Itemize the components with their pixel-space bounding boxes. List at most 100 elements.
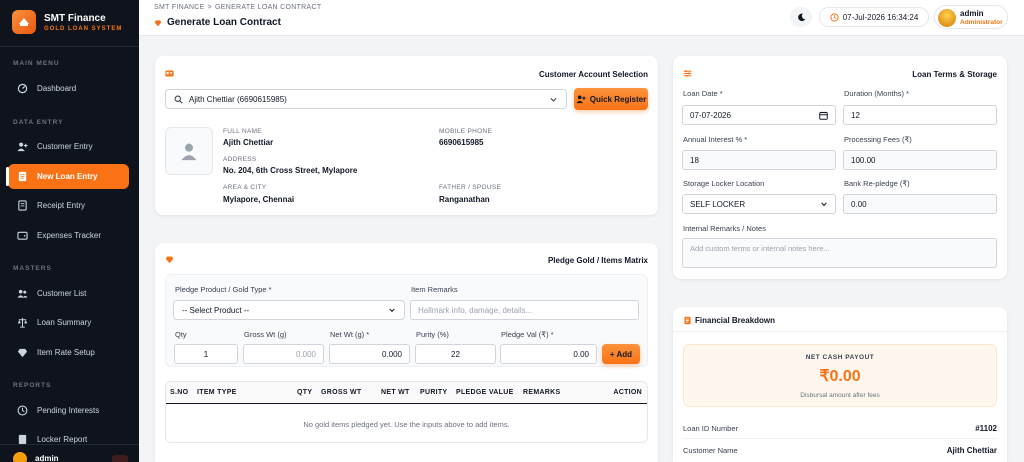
col-item-type: ITEM TYPE (197, 389, 237, 396)
loan-date-label: Loan Date * (683, 89, 723, 98)
datetime-text: 07-Jul-2026 16:34:24 (842, 12, 919, 22)
net-payout-value: ₹0.00 (819, 368, 861, 385)
loan-id-label: Loan ID Number (683, 424, 739, 433)
pledge-value-label: Pledge Val (₹) * (501, 330, 554, 339)
mobile-value: 6690615985 (439, 138, 484, 147)
pledge-card-heading: Pledge Gold / Items Matrix (547, 256, 648, 265)
add-item-button[interactable]: + Add (602, 344, 640, 364)
brand-subtitle: GOLD LOAN SYSTEM (44, 25, 123, 32)
col-purity: PURITY (420, 389, 448, 396)
full-name-value: Ajith Chettiar (223, 138, 274, 147)
gross-wt-input[interactable]: 0.000 (243, 344, 324, 364)
col-sno: S.NO (170, 389, 189, 396)
customer-select[interactable]: Ajith Chettiar (6690615985) (165, 89, 567, 109)
theme-toggle-button[interactable] (790, 7, 812, 27)
section-masters: MASTERS (13, 265, 52, 272)
avatar (13, 452, 27, 462)
net-payout-label: NET CASH PAYOUT (805, 354, 875, 361)
quick-register-button[interactable]: Quick Register (574, 88, 648, 110)
sidebar-item-label: Customer List (37, 289, 87, 298)
sidebar-item-label: Customer Entry (37, 142, 93, 151)
sidebar-item-customer-entry[interactable]: Customer Entry (8, 134, 129, 159)
receipt-icon (18, 200, 27, 211)
father-label: FATHER / SPOUSE (439, 184, 502, 191)
brand-divider (0, 46, 139, 47)
sidebar-item-label: Locker Report (37, 435, 88, 444)
net-payout-panel: NET CASH PAYOUT ₹0.00 Disbursal amount a… (683, 344, 997, 407)
breadcrumb-root[interactable]: SMT FINANCE (154, 4, 205, 11)
avatar (938, 9, 956, 27)
sidebar-item-label: New Loan Entry (37, 172, 98, 181)
brand[interactable]: SMT Finance GOLD LOAN SYSTEM (12, 10, 122, 34)
col-net-wt: NET WT (381, 389, 410, 396)
loan-terms-heading: Loan Terms & Storage (912, 70, 997, 79)
brand-title: SMT Finance (44, 12, 106, 24)
sidebar-item-item-rate-setup[interactable]: Item Rate Setup (8, 340, 129, 365)
pledge-items-table: S.NO ITEM TYPE QTY GROSS WT NET WT PURIT… (165, 381, 648, 443)
interest-value: 18 (690, 155, 699, 165)
mobile-label: MOBILE PHONE (439, 128, 493, 135)
repledge-input[interactable]: 0.00 (843, 194, 997, 214)
qty-input[interactable]: 1 (174, 344, 238, 364)
gem-icon (154, 19, 162, 26)
customer-photo (165, 127, 213, 175)
loan-date-input[interactable]: 07-07-2026 (682, 105, 836, 125)
loan-terms-card: Loan Terms & Storage Loan Date * 07-07-2… (673, 56, 1007, 279)
sidebar-item-expenses-tracker[interactable]: Expenses Tracker (8, 223, 129, 248)
sidebar-item-label: Pending Interests (37, 406, 100, 415)
father-value: Ranganathan (439, 195, 490, 204)
remarks-label: Item Remarks (411, 285, 458, 294)
logout-button[interactable] (112, 455, 128, 462)
net-wt-value: 0.000 (381, 349, 402, 359)
customer-name-value: Ajith Chettiar (946, 446, 997, 455)
remarks-input[interactable]: Hallmark info, damage, details... (410, 300, 639, 320)
sidebar-item-loan-summary[interactable]: Loan Summary (8, 310, 129, 335)
wallet-icon (17, 231, 28, 240)
duration-value: 12 (851, 110, 860, 120)
chevron-down-icon (389, 308, 395, 313)
id-card-icon (165, 70, 174, 77)
gross-wt-label: Gross Wt (g) (244, 330, 287, 339)
col-gross-wt: GROSS WT (321, 389, 362, 396)
interest-input[interactable]: 18 (682, 150, 836, 170)
pledge-value-input[interactable]: 0.00 (500, 344, 597, 364)
user-plus-icon (576, 95, 586, 104)
customer-card-heading: Customer Account Selection (538, 70, 648, 79)
pledge-value-value: 0.00 (573, 349, 589, 359)
sidebar-user-name: admin (35, 454, 59, 462)
locker-select[interactable]: SELF LOCKER (682, 194, 836, 214)
qty-value: 1 (203, 349, 209, 359)
sidebar-item-new-loan-entry[interactable]: New Loan Entry (6, 164, 129, 189)
sidebar-item-dashboard[interactable]: Dashboard (8, 76, 129, 101)
sidebar-user[interactable]: admin (0, 444, 139, 462)
sidebar-item-label: Item Rate Setup (37, 348, 95, 357)
net-wt-input[interactable]: 0.000 (329, 344, 410, 364)
breadcrumb-current: GENERATE LOAN CONTRACT (215, 4, 322, 11)
user-name: admin (960, 9, 984, 18)
sidebar-item-pending-interests[interactable]: Pending Interests (8, 398, 129, 423)
customer-name-label: Customer Name (683, 446, 738, 455)
address-value: No. 204, 6th Cross Street, Mylapore (223, 166, 358, 175)
product-select[interactable]: -- Select Product -- (173, 300, 405, 320)
sidebar-item-receipt-entry[interactable]: Receipt Entry (8, 193, 129, 218)
product-label: Pledge Product / Gold Type * (175, 285, 272, 294)
repledge-value: 0.00 (851, 199, 867, 209)
user-plus-icon (17, 142, 28, 152)
top-header: SMT FINANCE > GENERATE LOAN CONTRACT Gener… (139, 0, 1024, 36)
processing-fees-input[interactable]: 100.00 (843, 150, 997, 170)
remarks-placeholder: Hallmark info, damage, details... (418, 305, 533, 315)
notes-textarea[interactable]: Add custom terms or internal notes here.… (682, 238, 997, 268)
net-wt-label: Net Wt (g) * (330, 330, 370, 339)
calendar-icon (819, 111, 828, 120)
qty-label: Qty (175, 330, 187, 339)
purity-value: 22 (451, 349, 460, 359)
duration-input[interactable]: 12 (843, 105, 997, 125)
sliders-icon (683, 70, 692, 77)
net-payout-sub: Disbursal amount after fees (800, 392, 880, 399)
search-icon (174, 95, 183, 104)
section-reports: REPORTS (13, 382, 52, 389)
purity-input[interactable]: 22 (415, 344, 496, 364)
locker-label: Storage Locker Location (683, 179, 765, 188)
sidebar-item-customer-list[interactable]: Customer List (8, 281, 129, 306)
user-menu[interactable]: admin Administrator (934, 5, 1008, 29)
